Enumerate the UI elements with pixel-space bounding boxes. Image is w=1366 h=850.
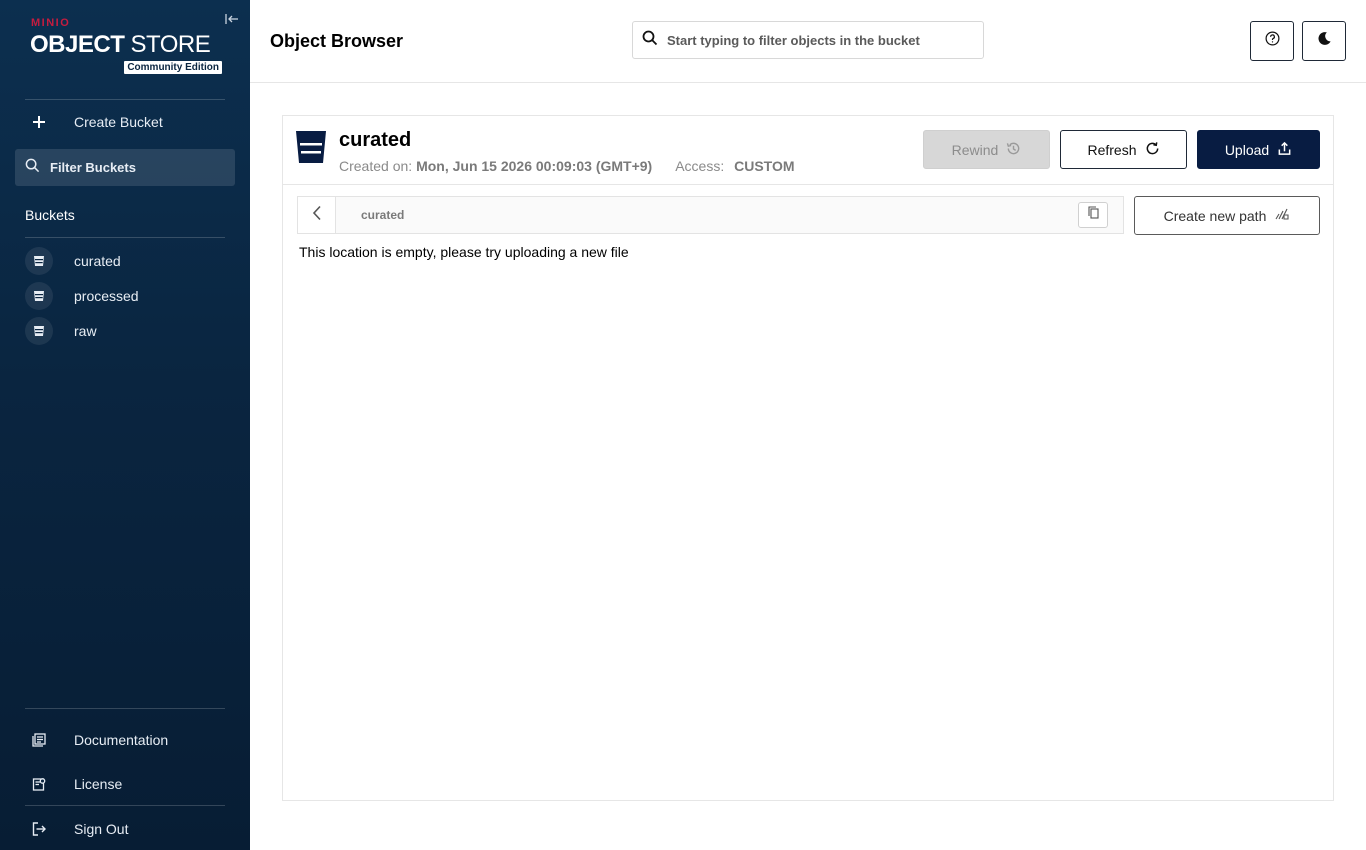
sidebar-item-bucket-curated[interactable]: curated <box>25 246 235 276</box>
empty-location-message: This location is empty, please try uploa… <box>299 244 629 260</box>
sidebar-item-documentation[interactable]: Documentation <box>25 725 235 755</box>
search-icon <box>642 30 658 51</box>
object-search-input[interactable] <box>667 32 967 48</box>
sidebar-item-bucket-raw[interactable]: raw <box>25 316 235 346</box>
new-folder-icon <box>1274 207 1290 224</box>
bucket-card: curated Created on: Mon, Jun 15 2026 00:… <box>282 115 1334 801</box>
create-new-path-label: Create new path <box>1163 207 1267 224</box>
sidebar-divider <box>25 708 225 709</box>
filter-buckets-label: Filter Buckets <box>50 160 136 175</box>
sign-out-button[interactable]: Sign Out <box>25 814 235 844</box>
object-search-box[interactable] <box>632 21 984 59</box>
license-label: License <box>74 776 123 792</box>
documentation-label: Documentation <box>74 732 169 748</box>
app: MINIO OBJECT STORE Community Edition Cre… <box>0 0 1366 850</box>
sidebar-divider <box>25 99 225 100</box>
upload-label: Upload <box>1224 141 1270 158</box>
bucket-meta: Created on: Mon, Jun 15 2026 00:09:03 (G… <box>339 158 795 174</box>
sidebar-divider <box>25 805 225 806</box>
access-value: CUSTOM <box>734 158 795 174</box>
buckets-heading: Buckets <box>25 207 75 223</box>
breadcrumb: curated <box>297 196 1124 234</box>
bucket-icon <box>25 282 53 310</box>
upload-icon <box>1277 141 1292 159</box>
sidebar-item-license[interactable]: License <box>25 769 235 799</box>
sign-out-label: Sign Out <box>74 821 129 837</box>
rewind-icon <box>1006 141 1021 159</box>
filter-buckets-input[interactable]: Filter Buckets <box>15 149 235 186</box>
sidebar-divider <box>25 237 225 238</box>
license-icon <box>25 770 53 798</box>
create-bucket-button[interactable]: Create Bucket <box>25 107 235 137</box>
create-bucket-label: Create Bucket <box>74 114 163 130</box>
search-icon <box>25 158 40 178</box>
collapse-sidebar-icon[interactable] <box>224 11 242 29</box>
bucket-name: curated <box>339 129 412 151</box>
plus-icon <box>25 108 53 136</box>
sidebar-item-bucket-processed[interactable]: processed <box>25 281 235 311</box>
dark-mode-button[interactable] <box>1302 21 1346 61</box>
minio-logo: MINIO OBJECT STORE Community Edition <box>30 17 222 77</box>
logo-brand: MINIO <box>31 17 71 29</box>
sidebar: MINIO OBJECT STORE Community Edition Cre… <box>0 0 250 850</box>
breadcrumb-path[interactable]: curated <box>361 208 404 222</box>
bucket-header: curated Created on: Mon, Jun 15 2026 00:… <box>283 116 1333 185</box>
bucket-label: curated <box>74 253 121 269</box>
top-header: Object Browser <box>250 0 1366 83</box>
refresh-icon <box>1145 141 1160 159</box>
page-title: Object Browser <box>270 31 404 51</box>
rewind-button[interactable]: Rewind <box>923 130 1050 169</box>
access-label: Access: <box>675 158 725 174</box>
documentation-icon <box>25 726 53 754</box>
bucket-label: raw <box>74 323 97 339</box>
copy-icon <box>1087 206 1099 224</box>
back-button[interactable] <box>298 197 336 233</box>
help-button[interactable] <box>1250 21 1294 61</box>
bucket-icon <box>25 317 53 345</box>
copy-path-button[interactable] <box>1078 202 1108 228</box>
bucket-label: processed <box>74 288 139 304</box>
refresh-button[interactable]: Refresh <box>1060 130 1187 169</box>
created-label: Created on: <box>339 158 413 174</box>
rewind-label: Rewind <box>951 141 999 158</box>
create-new-path-button[interactable]: Create new path <box>1134 196 1320 235</box>
help-icon <box>1265 31 1280 51</box>
refresh-label: Refresh <box>1087 141 1137 158</box>
created-value: Mon, Jun 15 2026 00:09:03 (GMT+9) <box>416 158 653 174</box>
logo-edition: Community Edition <box>124 61 222 74</box>
bucket-icon <box>25 247 53 275</box>
moon-icon <box>1317 31 1332 51</box>
chevron-left-icon <box>312 205 322 226</box>
bucket-icon <box>296 131 326 163</box>
upload-button[interactable]: Upload <box>1197 130 1320 169</box>
logo-title: OBJECT STORE <box>30 31 211 58</box>
sign-out-icon <box>25 815 53 843</box>
